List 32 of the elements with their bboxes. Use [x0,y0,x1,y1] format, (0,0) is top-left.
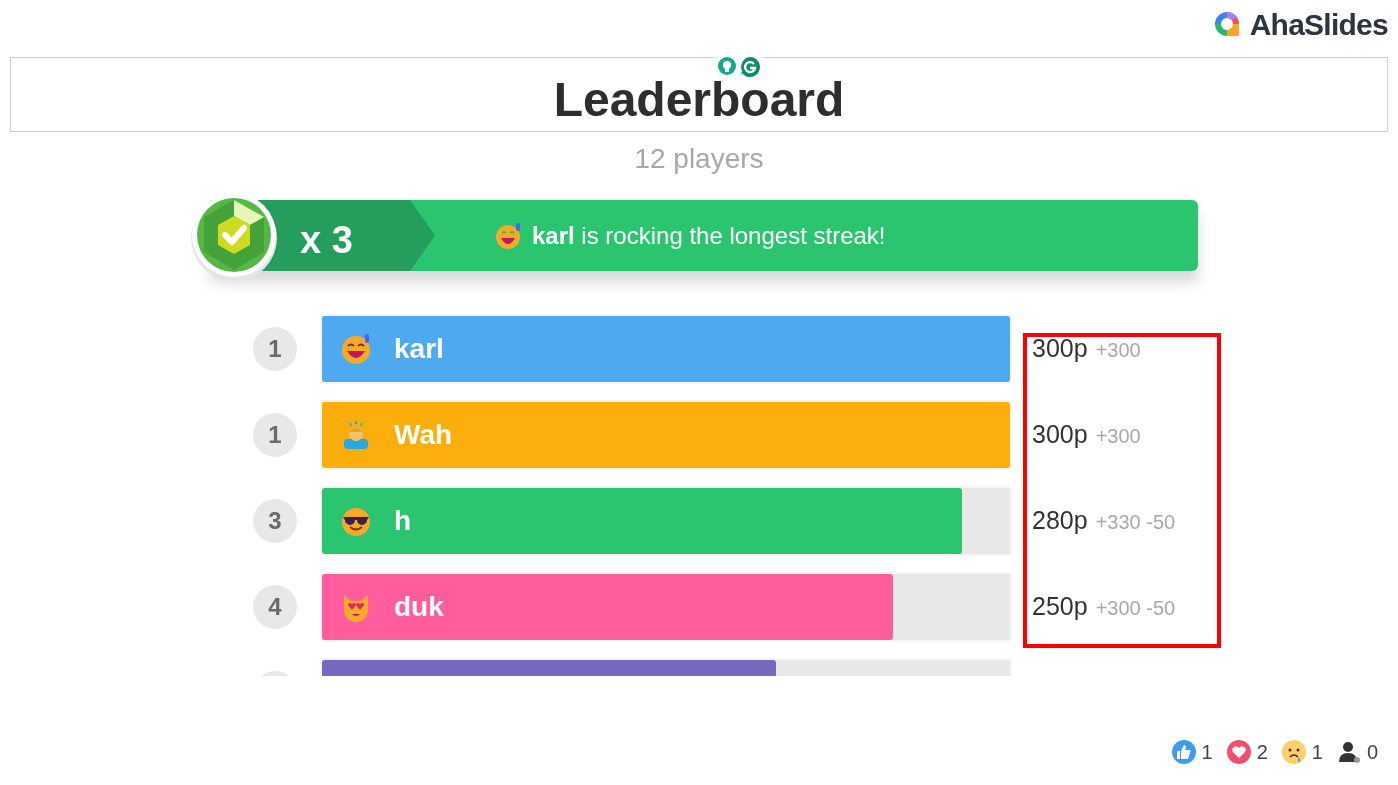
score-value: 300p [1032,419,1088,451]
rank-badge: 3 [253,499,297,543]
player-name: h [394,504,412,538]
streak-message: karl is rocking the longest streak! [532,220,886,251]
player-name: karl [394,332,444,366]
user-icon [1336,740,1361,764]
player-name: Wah [394,418,453,452]
score-value: 280p [1032,505,1088,537]
rank-badge: 4 [253,585,297,629]
reaction-count: 0 [1366,740,1378,765]
score-change: +300 [1095,424,1141,450]
checkmark-badge-icon [190,192,280,282]
reaction-count: 2 [1256,740,1268,765]
score-change: +300 [1095,338,1141,364]
score-change: +300 -50 [1095,596,1176,622]
score-change: +330 -50 [1095,510,1176,536]
reaction-count: 1 [1311,740,1323,765]
player-count: 12 players [634,142,764,176]
rank-badge: 1 [253,413,297,457]
sunglasses-face-icon [340,505,372,537]
player-name: duk [394,590,444,624]
brand-name: AhaSlides [1249,6,1388,43]
rank-badge: 1 [253,327,297,371]
grinning-face-icon [340,333,372,365]
score-value: 300p [1032,333,1088,365]
leaderboard-title: Leaderboard [553,80,845,119]
sad-face-icon [1281,740,1306,764]
thumbs-up-icon [1171,740,1196,764]
streak-multiplier: x 3 [300,218,353,263]
grinning-face-icon [494,221,522,250]
reaction-count: 1 [1201,740,1213,765]
score-value: 250p [1032,591,1088,623]
